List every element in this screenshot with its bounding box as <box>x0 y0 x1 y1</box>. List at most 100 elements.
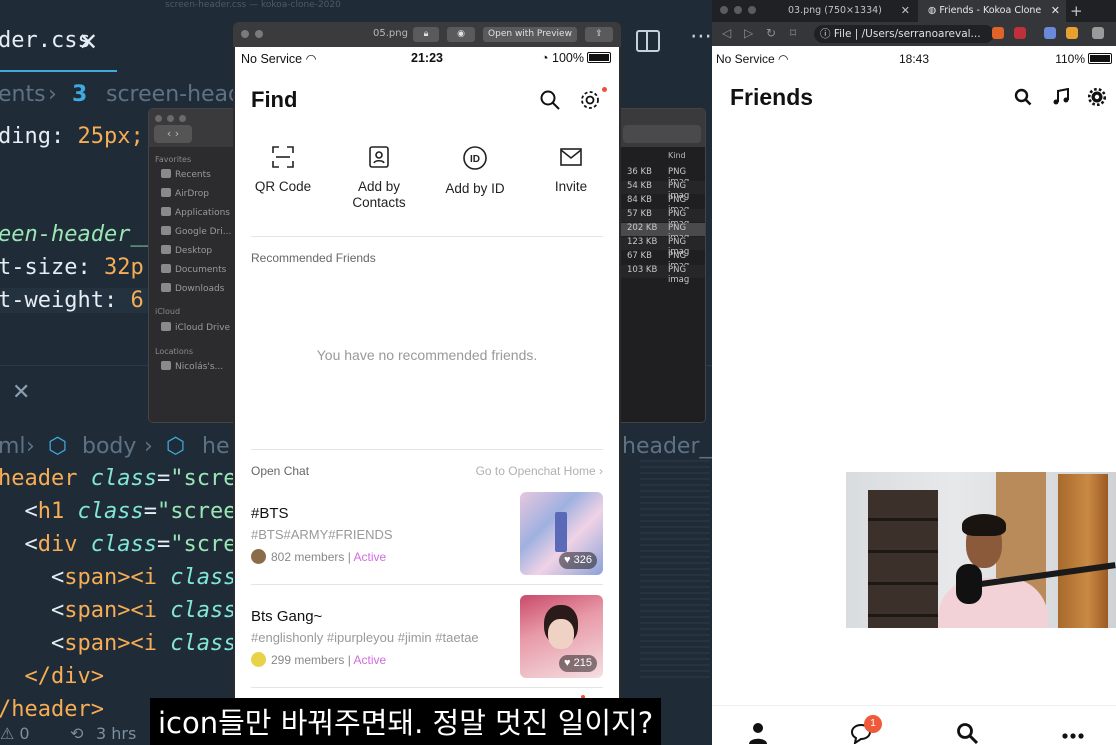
problems-count[interactable]: ⚠ 0 <box>0 724 30 743</box>
file-row[interactable]: 36 KBPNG imag <box>621 167 705 187</box>
battery-status: ◔ 100% <box>541 51 611 65</box>
room-tags: #BTS#ARMY#FRIENDS <box>251 527 393 542</box>
sidebar-item-google-drive[interactable]: Google Dri... <box>161 226 231 237</box>
file-row[interactable]: 57 KBPNG imag <box>621 209 705 229</box>
search-icon[interactable] <box>956 722 978 744</box>
code-line[interactable]: <div class="scree <box>0 532 249 557</box>
markup-icon[interactable]: ◉ <box>447 27 475 42</box>
mobile-status-bar: No Service ◠ 18:43 110% <box>712 49 1116 69</box>
address-bar[interactable]: ⓘ File | /Users/serranoareval... <box>814 25 994 43</box>
window-close-button[interactable] <box>720 6 728 14</box>
bookmark-icon[interactable]: ⌑ <box>790 26 796 40</box>
music-note-icon[interactable] <box>1052 88 1070 106</box>
qr-scan-icon <box>272 146 294 168</box>
breadcrumb-item[interactable]: screen-head <box>106 82 242 107</box>
tab-close-icon[interactable]: ✕ <box>78 28 98 56</box>
presenter-shirt <box>938 578 1048 628</box>
divider <box>251 687 603 688</box>
extension-icon[interactable] <box>1066 27 1078 39</box>
more-icon[interactable] <box>1062 722 1084 744</box>
reload-icon[interactable]: ↻ <box>766 26 776 40</box>
code-line[interactable]: t-size: 32p <box>0 255 144 280</box>
document-icon <box>161 264 171 273</box>
file-row[interactable]: 54 KB PNG imag <box>621 181 705 201</box>
battery-icon <box>1088 53 1112 64</box>
share-icon[interactable]: ⇪ <box>585 27 613 42</box>
sidebar-item-applications[interactable]: Applications <box>161 207 230 218</box>
presenter-hair <box>962 514 1006 536</box>
gear-icon[interactable] <box>579 89 601 111</box>
gear-icon[interactable] <box>1088 88 1106 106</box>
rewards-icon[interactable] <box>1014 27 1026 39</box>
lock-icon[interactable]: 🔒︎ <box>413 27 439 42</box>
new-tab-button[interactable]: + <box>1070 0 1083 22</box>
browser-tab-active[interactable]: ◍ Friends - Kokoa Clone ✕ <box>918 0 1066 22</box>
minimap[interactable] <box>640 460 710 680</box>
user-icon[interactable] <box>747 722 769 744</box>
split-editor-icon[interactable] <box>636 30 660 52</box>
breadcrumb-item[interactable]: header__i <box>622 434 712 459</box>
sidebar-item-desktop[interactable]: Desktop <box>161 245 212 256</box>
sidebar-item-computer[interactable]: Nicolás's... <box>161 361 223 372</box>
code-line[interactable]: </div> <box>0 664 104 689</box>
mail-icon <box>560 148 582 166</box>
qr-code-option[interactable]: QR Code <box>235 145 331 195</box>
sidebar-item-icloud-drive[interactable]: iCloud Drive <box>161 322 230 333</box>
code-line[interactable]: <span><i class= <box>0 598 250 623</box>
breadcrumb-item[interactable]: body <box>82 434 136 459</box>
file-row[interactable]: 103 KB PNG imag <box>621 265 705 285</box>
code-line[interactable]: ding: 25px; <box>0 124 144 149</box>
sidebar-item-downloads[interactable]: Downloads <box>161 283 224 294</box>
menu-icon[interactable] <box>1092 27 1104 39</box>
open-chat-room[interactable]: #BTS #BTS#ARMY#FRIENDS 802 members | Act… <box>235 487 619 581</box>
search-icon[interactable] <box>539 89 561 111</box>
back-forward-buttons[interactable]: ‹ › <box>154 125 192 143</box>
file-row-selected[interactable]: 202 KBPNG imag <box>621 223 705 243</box>
code-line[interactable]: een-header__ <box>0 222 157 247</box>
tab-close-icon[interactable]: ✕ <box>901 0 910 22</box>
finder-search-field[interactable] <box>623 125 701 143</box>
code-line[interactable]: /header> <box>0 697 104 722</box>
sidebar-item-airdrop[interactable]: AirDrop <box>161 188 209 199</box>
file-row[interactable]: 84 KBPNG imag <box>621 195 705 215</box>
globe-icon: ◍ <box>928 5 940 16</box>
code-line[interactable]: <span><i class= <box>0 565 250 590</box>
breadcrumb-item[interactable]: ml <box>0 434 26 459</box>
svg-text:ID: ID <box>470 154 480 165</box>
tab-close-icon[interactable]: ✕ <box>1051 0 1060 22</box>
column-header-kind[interactable]: Kind <box>621 151 705 163</box>
window-close-button[interactable] <box>155 115 162 122</box>
open-chat-room[interactable]: Bts Gang~ #englishonly #ipurpleyou #jimi… <box>235 590 619 684</box>
pen-extension-icon[interactable] <box>1044 27 1056 39</box>
add-by-contacts-option[interactable]: Add by Contacts <box>331 145 427 211</box>
file-row[interactable]: 67 KBPNG imag <box>621 251 705 271</box>
window-minimize-button[interactable] <box>167 115 174 122</box>
breadcrumb-item[interactable]: he <box>202 434 229 459</box>
code-line[interactable]: <span><i class= <box>0 631 250 656</box>
back-icon[interactable]: ◁ <box>722 26 731 40</box>
invite-option[interactable]: Invite <box>523 145 619 195</box>
forward-icon[interactable]: ▷ <box>744 26 753 40</box>
browser-tab[interactable]: 03.png (750×1334) ✕ <box>778 0 916 22</box>
page-title: Friends <box>730 84 814 110</box>
window-zoom-button[interactable] <box>179 115 186 122</box>
clock-icon <box>161 169 171 178</box>
open-with-preview-button[interactable]: Open with Preview <box>483 27 577 42</box>
window-close-button[interactable] <box>241 30 249 38</box>
window-minimize-button[interactable] <box>255 30 263 38</box>
window-minimize-button[interactable] <box>734 6 742 14</box>
brave-shield-icon[interactable] <box>992 27 1004 39</box>
code-line[interactable]: <h1 class="screer <box>0 499 249 524</box>
search-icon[interactable] <box>1014 88 1032 106</box>
sidebar-item-recents[interactable]: Recents <box>161 169 211 180</box>
code-line-current[interactable]: t-weight: 6 <box>0 288 158 313</box>
breadcrumb-item[interactable]: ents <box>0 82 46 107</box>
add-by-id-option[interactable]: ID Add by ID <box>427 145 523 197</box>
sidebar-item-documents[interactable]: Documents <box>161 264 226 275</box>
go-to-openchat-link[interactable]: Go to Openchat Home › <box>476 464 603 478</box>
code-line[interactable]: header class="scre <box>0 466 236 491</box>
more-actions-icon[interactable]: ⋯ <box>690 24 712 49</box>
pane-close-icon[interactable]: ✕ <box>12 380 30 405</box>
window-zoom-button[interactable] <box>748 6 756 14</box>
file-row[interactable]: 123 KB PNG imag <box>621 237 705 257</box>
